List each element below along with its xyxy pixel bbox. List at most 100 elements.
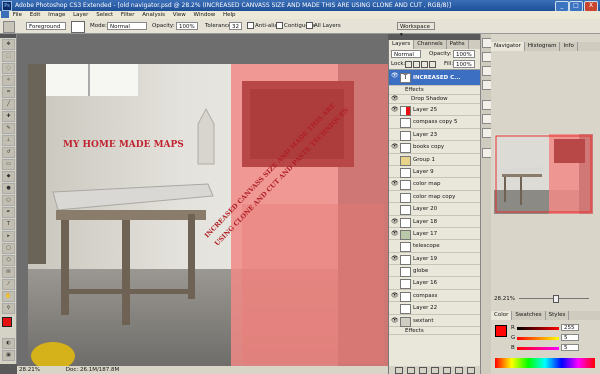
effects-row[interactable]: Effects [389,86,481,95]
screen-mode-icon[interactable]: ▣ [2,350,15,361]
clone-stamp-tool-icon[interactable]: ⊥ [2,135,15,146]
menu-layer[interactable]: Layer [73,11,88,19]
3d-tool-icon[interactable]: ⬡ [2,255,15,266]
visibility-eye-icon[interactable]: 👁 [391,73,399,79]
layer-name[interactable]: Layer 18 [413,216,437,228]
navigator-thumbnail[interactable] [494,134,593,214]
layer-row[interactable]: Layer 9 [389,166,481,179]
adjustment-layer-icon[interactable] [431,367,439,374]
dodge-tool-icon[interactable]: ○ [2,195,15,206]
menu-view[interactable]: View [173,11,186,19]
pen-tool-icon[interactable]: ✒ [2,207,15,218]
layer-name[interactable]: Layer 23 [413,129,437,141]
lock-all-icon[interactable] [429,61,436,68]
visibility-eye-icon[interactable] [391,206,397,212]
b-slider[interactable] [517,347,559,350]
visibility-eye-icon[interactable]: 👁 [391,181,399,187]
visibility-eye-icon[interactable] [391,169,397,175]
visibility-eye-icon[interactable] [391,157,397,163]
tab-layers[interactable]: Layers [389,40,415,49]
layer-name[interactable]: globe [413,265,428,277]
visibility-eye-icon[interactable] [391,268,397,274]
contiguous-checkbox[interactable] [276,22,283,29]
history-brush-tool-icon[interactable]: ↺ [2,147,15,158]
new-group-icon[interactable] [443,367,451,374]
visibility-eye-icon[interactable] [391,132,397,138]
visibility-eye-icon[interactable] [391,243,397,249]
navigator-slider-handle[interactable] [553,295,559,303]
layer-row[interactable]: 👁 compass [389,290,481,303]
eraser-tool-icon[interactable]: ▭ [2,159,15,170]
layer-row[interactable]: Layer 16 [389,277,481,290]
layer-row[interactable]: compass copy 5 [389,116,481,129]
link-layers-icon[interactable] [395,367,403,374]
blur-tool-icon[interactable]: ● [2,183,15,194]
layer-row[interactable]: color map copy [389,191,481,204]
workspace-button[interactable]: Workspace ▾ [397,22,435,38]
tab-swatches[interactable]: Swatches [512,311,546,320]
opacity-input[interactable]: 100% [176,22,198,30]
r-slider[interactable] [517,327,559,330]
color-foreground-swatch[interactable] [495,325,507,337]
visibility-eye-icon[interactable] [391,194,397,200]
marquee-tool-icon[interactable]: ⬚ [2,51,15,62]
visibility-eye-icon[interactable] [391,119,397,125]
type-tool-icon[interactable]: T [2,219,15,230]
all-layers-checkbox[interactable] [306,22,313,29]
mode-select[interactable]: Normal [107,22,147,30]
slice-tool-icon[interactable]: ╱ [2,99,15,110]
layer-row[interactable]: Group 1 [389,154,481,166]
tools-grip[interactable] [0,34,16,38]
layer-row[interactable]: 👁 color map [389,178,481,191]
paint-bucket-icon[interactable] [3,21,15,33]
fill-source-select[interactable]: Foreground [26,22,66,30]
add-style-icon[interactable] [407,367,415,374]
menu-window[interactable]: Window [194,11,216,19]
pattern-swatch[interactable] [71,21,85,33]
menu-help[interactable]: Help [223,11,236,19]
visibility-eye-icon[interactable]: 👁 [391,255,399,262]
layer-name[interactable]: color map copy [413,191,455,203]
layer-name[interactable]: Layer 17 [413,228,437,240]
eyedropper-tool-icon[interactable]: ⁄ [2,279,15,290]
hand-tool-icon[interactable]: ✋ [2,291,15,302]
layer-row[interactable]: 👁 Layer 25 [389,104,481,117]
healing-brush-tool-icon[interactable]: ✚ [2,111,15,122]
color-ramp[interactable] [495,358,595,368]
layer-row[interactable]: 👁 Layer 17 [389,228,481,241]
layer-name[interactable]: color map [413,178,441,190]
path-selection-tool-icon[interactable]: ▸ [2,231,15,242]
layer-name[interactable]: books copy [413,141,444,153]
lock-position-icon[interactable] [421,61,428,68]
visibility-eye-icon[interactable]: 👁 [391,218,399,225]
tab-histogram[interactable]: Histogram [525,42,561,51]
g-slider[interactable] [517,337,559,340]
lock-transparency-icon[interactable] [405,61,412,68]
layer-name[interactable]: Layer 16 [413,277,437,289]
layer-name[interactable]: INCREASED C... [413,72,460,84]
visibility-eye-icon[interactable] [391,305,397,311]
layer-name[interactable]: compass copy 5 [413,116,457,128]
layer-row-selected[interactable]: 👁 T INCREASED C... [389,70,481,86]
menu-filter[interactable]: Filter [121,11,135,19]
layer-row[interactable]: globe [389,265,481,278]
layer-row[interactable]: Layer 23 [389,129,481,142]
visibility-eye-icon[interactable]: 👁 [391,96,399,102]
layer-name[interactable]: Layer 22 [413,302,437,314]
visibility-eye-icon[interactable] [391,280,397,286]
g-input[interactable]: 5 [561,334,579,341]
layer-row[interactable]: Layer 22 [389,302,481,315]
layer-name[interactable]: telescope [413,240,440,252]
layer-name[interactable]: Group 1 [413,154,435,166]
add-mask-icon[interactable] [419,367,427,374]
notes-tool-icon[interactable]: ✉ [2,267,15,278]
layer-row[interactable]: 👁 Layer 18 [389,216,481,228]
lock-pixels-icon[interactable] [413,61,420,68]
layer-row[interactable]: 👁 Layer 19 [389,253,481,266]
layer-name[interactable]: Layer 19 [413,253,437,265]
b-input[interactable]: 5 [561,344,579,351]
menu-image[interactable]: Image [48,11,65,19]
layer-row[interactable]: Layer 20 [389,203,481,216]
tab-styles[interactable]: Styles [546,311,570,320]
move-tool-icon[interactable]: ✥ [2,39,15,50]
